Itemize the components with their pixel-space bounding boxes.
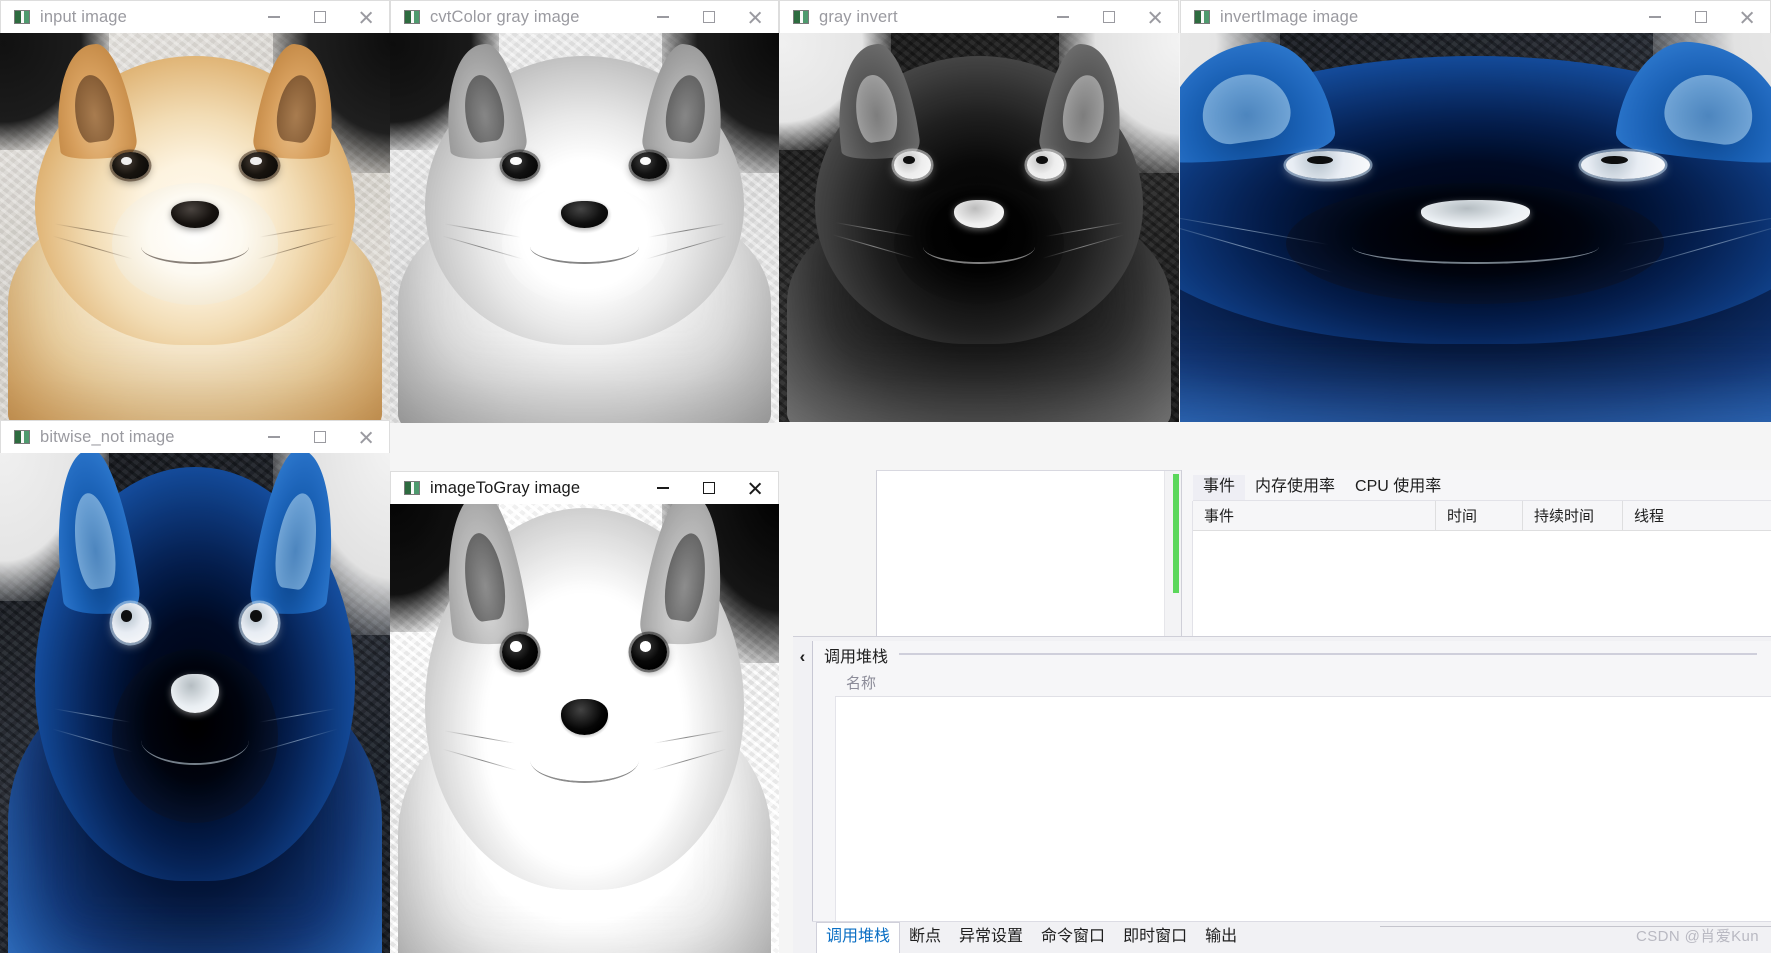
window-controls: [1040, 1, 1178, 33]
titlebar-bitwise-not-image[interactable]: bitwise_not image: [0, 420, 390, 453]
maximize-button[interactable]: [1678, 1, 1724, 33]
call-stack-rows[interactable]: [835, 697, 1771, 921]
window-controls: [251, 421, 389, 453]
image-canvas-input: [0, 33, 390, 423]
titlebar-cvtcolor-gray-image[interactable]: cvtColor gray image: [390, 0, 779, 33]
minimize-button[interactable]: [640, 472, 686, 504]
minimize-button[interactable]: [251, 1, 297, 33]
opencv-icon: [14, 430, 30, 444]
maximize-button[interactable]: [686, 472, 732, 504]
tab-events[interactable]: 事件: [1193, 475, 1246, 501]
maximize-button[interactable]: [297, 1, 343, 33]
window-title-bitwise-not-image: bitwise_not image: [40, 427, 175, 446]
close-button[interactable]: [343, 1, 389, 33]
window-cvtcolor-gray-image[interactable]: cvtColor gray image: [390, 0, 779, 423]
tab-memory-usage[interactable]: 内存使用率: [1245, 475, 1345, 501]
editor-change-marker: [1173, 474, 1179, 593]
close-button[interactable]: [1132, 1, 1178, 33]
call-stack-title: 调用堆栈: [813, 641, 1771, 669]
call-stack-column-headers[interactable]: 名称: [835, 669, 1771, 697]
minimize-button[interactable]: [640, 1, 686, 33]
dog-photo-color-inverted: [1180, 33, 1771, 422]
window-gray-invert[interactable]: gray invert: [779, 0, 1179, 422]
image-canvas-imagetogray: [390, 504, 779, 953]
dog-photo-color: [0, 33, 390, 423]
call-stack-gutter: [813, 669, 835, 921]
image-canvas-gray-invert: [779, 33, 1179, 422]
window-controls: [640, 472, 778, 504]
maximize-button[interactable]: [297, 421, 343, 453]
watermark-rule: [1380, 926, 1771, 927]
maximize-button[interactable]: [686, 1, 732, 33]
window-bitwise-not-image[interactable]: bitwise_not image: [0, 420, 390, 953]
opencv-icon: [1194, 10, 1210, 24]
titlebar-imagetogray-image[interactable]: imageToGray image: [390, 471, 779, 504]
window-title-invertimage-image: invertImage image: [1220, 7, 1359, 26]
titlebar-invertimage-image[interactable]: invertImage image: [1180, 0, 1771, 33]
dog-photo-grayscale-2: [390, 504, 779, 953]
diagnostics-column-headers: 事件 时间 持续时间 线程: [1193, 501, 1771, 531]
close-button[interactable]: [732, 472, 778, 504]
opencv-icon: [793, 10, 809, 24]
column-header-thread[interactable]: 线程: [1623, 501, 1763, 530]
column-header-name: 名称: [846, 675, 877, 692]
opencv-icon: [404, 10, 420, 24]
bottom-tab-breakpoints[interactable]: 断点: [900, 923, 950, 953]
titlebar-input-image[interactable]: input image: [0, 0, 390, 33]
maximize-button[interactable]: [1086, 1, 1132, 33]
titlebar-gray-invert[interactable]: gray invert: [779, 0, 1179, 33]
dog-photo-inverted-gray: [779, 33, 1179, 422]
column-header-time[interactable]: 时间: [1436, 501, 1523, 530]
dog-photo-grayscale: [390, 33, 779, 423]
opencv-icon: [14, 10, 30, 24]
window-title-input-image: input image: [40, 7, 127, 26]
minimize-button[interactable]: [1040, 1, 1086, 33]
window-controls: [640, 1, 778, 33]
window-input-image[interactable]: input image: [0, 0, 390, 423]
bottom-tab-output[interactable]: 输出: [1196, 923, 1246, 953]
panel-drag-dots: [899, 653, 1757, 658]
window-imagetogray-image[interactable]: imageToGray image: [390, 471, 779, 953]
diagnostics-tabstrip: 事件 内存使用率 CPU 使用率: [1182, 470, 1771, 501]
image-canvas-invertimage: [1180, 33, 1771, 422]
opencv-icon: [404, 481, 420, 495]
call-stack-panel: ‹ 调用堆栈 名称 调用堆栈 断点 异常设置 命令窗口 即时窗口 输出: [793, 636, 1771, 953]
bottom-tab-exception-settings[interactable]: 异常设置: [950, 923, 1032, 953]
window-title-cvtcolor-gray-image: cvtColor gray image: [430, 7, 580, 26]
bottom-tab-call-stack[interactable]: 调用堆栈: [816, 922, 901, 953]
column-header-event[interactable]: 事件: [1193, 501, 1436, 530]
minimize-button[interactable]: [1632, 1, 1678, 33]
tab-cpu-usage[interactable]: CPU 使用率: [1345, 475, 1451, 501]
image-canvas-bitwise-not: [0, 453, 390, 953]
window-invertimage-image[interactable]: invertImage image: [1180, 0, 1771, 422]
bottom-tab-command-window[interactable]: 命令窗口: [1032, 923, 1114, 953]
close-button[interactable]: [732, 1, 778, 33]
dog-photo-bitwise-not: [0, 453, 390, 953]
call-stack-title-label: 调用堆栈: [824, 649, 889, 666]
image-canvas-cvtcolor-gray: [390, 33, 779, 423]
window-title-imagetogray-image: imageToGray image: [430, 478, 581, 497]
bottom-tab-immediate-window[interactable]: 即时窗口: [1114, 923, 1196, 953]
column-header-duration[interactable]: 持续时间: [1523, 501, 1623, 530]
close-button[interactable]: [343, 421, 389, 453]
minimize-button[interactable]: [251, 421, 297, 453]
window-title-gray-invert: gray invert: [819, 7, 898, 26]
collapse-panel-icon[interactable]: ‹: [793, 641, 812, 671]
window-controls: [251, 1, 389, 33]
call-stack-inner: 调用堆栈 名称: [812, 641, 1771, 953]
close-button[interactable]: [1724, 1, 1770, 33]
window-controls: [1632, 1, 1770, 33]
